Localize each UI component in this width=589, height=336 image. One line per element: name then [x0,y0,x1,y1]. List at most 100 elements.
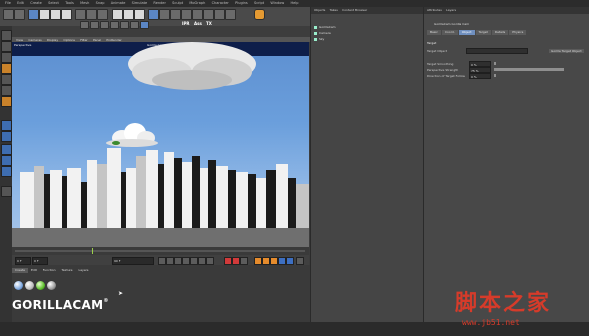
edges-mode-icon[interactable] [1,85,12,96]
ass-label[interactable]: Ass [194,21,202,26]
menu-edit[interactable]: Edit [17,0,24,7]
light-link-icon[interactable] [110,21,119,29]
solo-mode-icon[interactable] [1,155,12,166]
menu-help[interactable]: Help [291,0,299,7]
tab-layers[interactable]: Layers [76,268,92,273]
material-icon[interactable] [100,21,109,29]
tab-layers-attr[interactable]: Layers [446,7,456,14]
menu-window[interactable]: Window [270,0,284,7]
menu-simulate[interactable]: Simulate [132,0,147,7]
record-icon[interactable] [224,257,232,265]
tab-create[interactable]: Create [12,268,28,273]
menu-render[interactable]: Render [153,0,165,7]
light-icon[interactable] [225,9,236,20]
undo-icon[interactable] [3,9,14,20]
ipr-label[interactable]: IPR [182,21,190,26]
record-rotation-icon[interactable] [270,257,278,265]
target-smoothing-slider[interactable] [494,62,496,65]
menu-script[interactable]: Script [254,0,264,7]
menu-animate[interactable]: Animate [111,0,126,7]
tab-edit[interactable]: Edit [28,268,40,273]
frame-start-field[interactable]: 0 F [15,257,31,265]
frame-current-field[interactable]: 0 F [32,257,48,265]
autokey-icon[interactable] [232,257,240,265]
material-swatch-white[interactable] [47,281,56,290]
script-icon[interactable] [254,9,265,20]
target-object-value[interactable]: Gorilla Target Object [549,49,584,53]
timeline-playhead[interactable] [92,248,93,254]
tab-takes[interactable]: Takes [330,7,338,14]
menu-character[interactable]: Character [212,0,229,7]
frame-end-field[interactable]: 90 F [112,257,154,265]
goto-start-icon[interactable] [158,257,166,265]
timeline-track[interactable] [15,250,305,252]
menu-tools[interactable]: Tools [65,0,74,7]
play-icon[interactable] [182,257,190,265]
polygons-mode-icon[interactable] [1,96,12,107]
next-key-icon[interactable] [198,257,206,265]
tab-function[interactable]: Function [40,268,59,273]
menu-select[interactable]: Select [48,0,59,7]
axis-x-icon[interactable] [75,9,86,20]
viewport[interactable]: Perspective Gorilla Cam 2 [12,42,309,247]
record-position-icon[interactable] [254,257,262,265]
material-swatch-grey[interactable] [25,281,34,290]
attr-tab-coord[interactable]: Coord. [441,30,458,35]
rotate-icon[interactable] [61,9,72,20]
menu-file[interactable]: File [5,0,11,7]
tx-label[interactable]: TX [206,21,212,26]
render-view-icon[interactable] [112,9,123,20]
snapping-icon[interactable] [1,144,12,155]
tweak-mode-icon[interactable] [1,131,12,142]
prev-key-icon[interactable] [166,257,174,265]
object-item-sky[interactable]: Sky [314,37,324,41]
record-scale-icon[interactable] [262,257,270,265]
attr-tab-basic[interactable]: Basic [427,30,441,35]
direction-follow-slider[interactable] [494,74,496,77]
move-icon[interactable] [39,9,50,20]
workplane-icon[interactable] [1,63,12,74]
tab-attributes[interactable]: Attributes [427,7,442,14]
subdivision-icon[interactable] [170,9,181,20]
axis-y-icon[interactable] [86,9,97,20]
make-editable-icon[interactable] [1,30,12,41]
render-region-icon[interactable] [80,21,89,29]
pen-icon[interactable] [159,9,170,20]
scale-icon[interactable] [50,9,61,20]
tab-content-browser[interactable]: Content Browser [342,7,367,14]
redo-icon[interactable] [14,9,25,20]
record-parameter-icon[interactable] [278,257,286,265]
goto-end-icon[interactable] [206,257,214,265]
cube-icon[interactable] [148,9,159,20]
object-item-gorillacam[interactable]: GorillaCam [314,25,336,29]
menu-sculpt[interactable]: Sculpt [172,0,183,7]
floor-icon[interactable] [203,9,214,20]
attr-tab-target[interactable]: Target [475,30,491,35]
attr-tab-details[interactable]: Details [491,30,509,35]
axis-z-icon[interactable] [97,9,108,20]
render-picture-viewer-icon[interactable] [123,9,134,20]
keyframe-selection-icon[interactable] [240,257,248,265]
direction-follow-field[interactable]: 0 % [469,73,491,79]
volume-icon[interactable] [140,21,149,29]
menu-plugins[interactable]: Plugins [235,0,248,7]
tab-texture[interactable]: Texture [59,268,76,273]
sky-icon[interactable] [120,21,129,29]
points-mode-icon[interactable] [1,74,12,85]
menu-create[interactable]: Create [30,0,42,7]
camera-icon[interactable] [214,9,225,20]
timeline-menu-icon[interactable] [296,257,304,265]
menu-snap[interactable]: Snap [96,0,105,7]
menu-mograph[interactable]: MoGraph [189,0,205,7]
axis-mode-icon[interactable] [1,120,12,131]
model-mode-icon[interactable] [1,41,12,52]
perspective-strength-slider[interactable] [494,68,564,71]
shader-icon[interactable] [90,21,99,29]
deformer-icon[interactable] [192,9,203,20]
material-swatch-green[interactable] [36,281,45,290]
material-swatch-blue[interactable] [14,281,23,290]
object-item-camera[interactable]: Camera [314,31,331,35]
lock-workplane-icon[interactable] [1,166,12,177]
next-frame-icon[interactable] [190,257,198,265]
attr-tab-physics[interactable]: Physics [509,30,527,35]
